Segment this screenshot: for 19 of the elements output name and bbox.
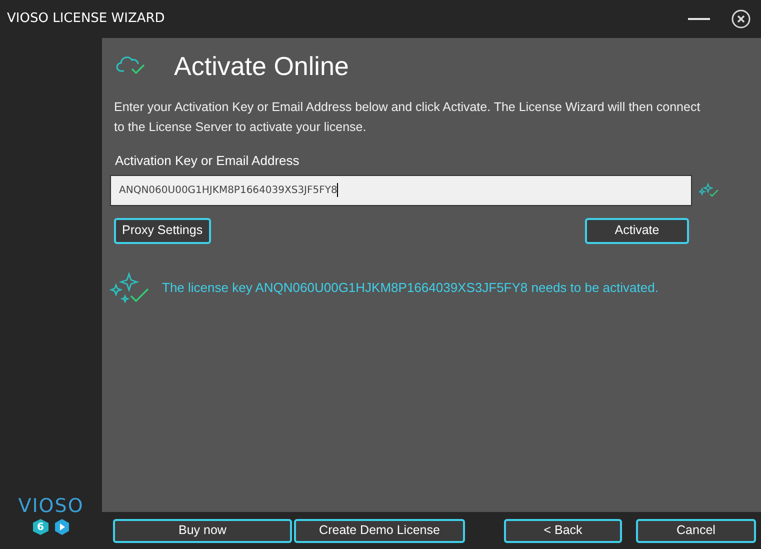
- page-title: Activate Online: [174, 50, 349, 82]
- back-button[interactable]: < Back: [504, 518, 622, 542]
- cloud-check-icon: [116, 55, 146, 77]
- play-icon: [54, 519, 70, 535]
- activate-button[interactable]: Activate: [585, 218, 689, 244]
- description-text: Enter your Activation Key or Email Address below and click Activate. The License Wizard will then connect to the License Server to activate your license.: [114, 99, 702, 136]
- window-title: VIOSO LICENSE WIZARD: [7, 10, 165, 28]
- close-icon[interactable]: [731, 9, 751, 29]
- sparkle-check-icon: [699, 182, 721, 198]
- status-message: The license key ANQN060U00G1HJKM8P1664039XS3JF5FY8 needs to be activated.: [162, 278, 658, 297]
- version-badge: 6: [32, 519, 48, 535]
- minimize-icon[interactable]: [688, 17, 710, 21]
- proxy-settings-button[interactable]: Proxy Settings: [114, 218, 211, 244]
- cancel-button[interactable]: Cancel: [636, 518, 756, 542]
- activation-key-field[interactable]: ANQN060U00G1HJKM8P1664039XS3JF5FY8: [110, 174, 692, 206]
- field-label: Activation Key or Email Address: [115, 152, 300, 170]
- buy-now-button[interactable]: Buy now: [113, 518, 292, 542]
- logo-text: VIOSO: [18, 496, 84, 516]
- create-demo-license-button[interactable]: Create Demo License: [294, 518, 465, 542]
